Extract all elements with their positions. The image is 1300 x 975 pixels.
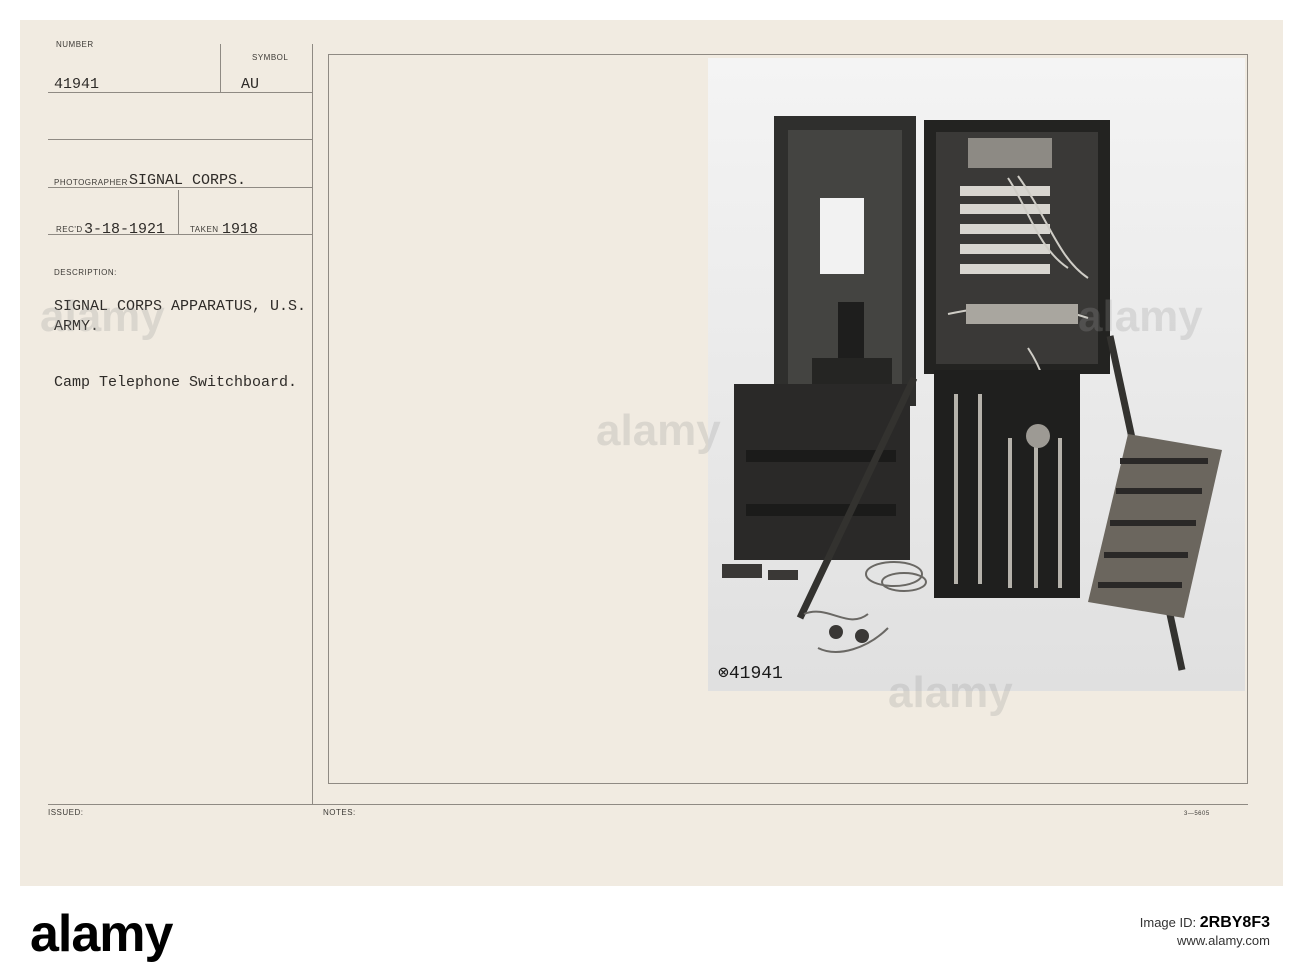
field-rule [48, 187, 312, 188]
caption-text: Camp Telephone Switchboard. [54, 374, 298, 391]
watermark: alamy [40, 292, 165, 341]
stock-footer: alamy Image ID: 2RBY8F3 www.alamy.com [0, 886, 1300, 975]
switchboard-illustration [708, 58, 1245, 691]
image-id-label: Image ID: [1139, 915, 1197, 930]
symbol-value: AU [241, 76, 260, 93]
field-rule [48, 139, 312, 140]
recd-value: 3-18-1921 [84, 221, 166, 238]
number-value: 41941 [54, 76, 100, 93]
switchboard-photograph: ⊗41941 [708, 58, 1245, 691]
watermark: alamy [1078, 292, 1203, 341]
taken-value: 1918 [222, 221, 259, 238]
bottom-rule [48, 804, 1248, 805]
taken-label: TAKEN [190, 225, 219, 234]
field-rule [48, 234, 312, 235]
photographer-label: PHOTOGRAPHER [54, 178, 128, 187]
recd-label: REC'D [56, 225, 83, 234]
negative-number: ⊗41941 [718, 664, 783, 684]
issued-label: ISSUED: [48, 808, 84, 817]
alamy-logo: alamy [30, 905, 173, 963]
description-label: DESCRIPTION: [54, 268, 117, 277]
number-label: NUMBER [56, 40, 94, 49]
field-rule [48, 92, 312, 93]
site-url: www.alamy.com [1177, 933, 1270, 948]
image-id-block: Image ID: 2RBY8F3 www.alamy.com [1140, 914, 1270, 950]
image-id: 2RBY8F3 [1199, 914, 1270, 931]
field-divider [178, 190, 179, 234]
watermark: alamy [888, 668, 1013, 717]
field-divider [220, 44, 221, 92]
form-number: 3—5605 [1184, 811, 1210, 817]
watermark: alamy [596, 406, 721, 455]
column-divider [312, 44, 313, 804]
notes-label: NOTES: [323, 808, 356, 817]
symbol-label: SYMBOL [252, 53, 289, 62]
